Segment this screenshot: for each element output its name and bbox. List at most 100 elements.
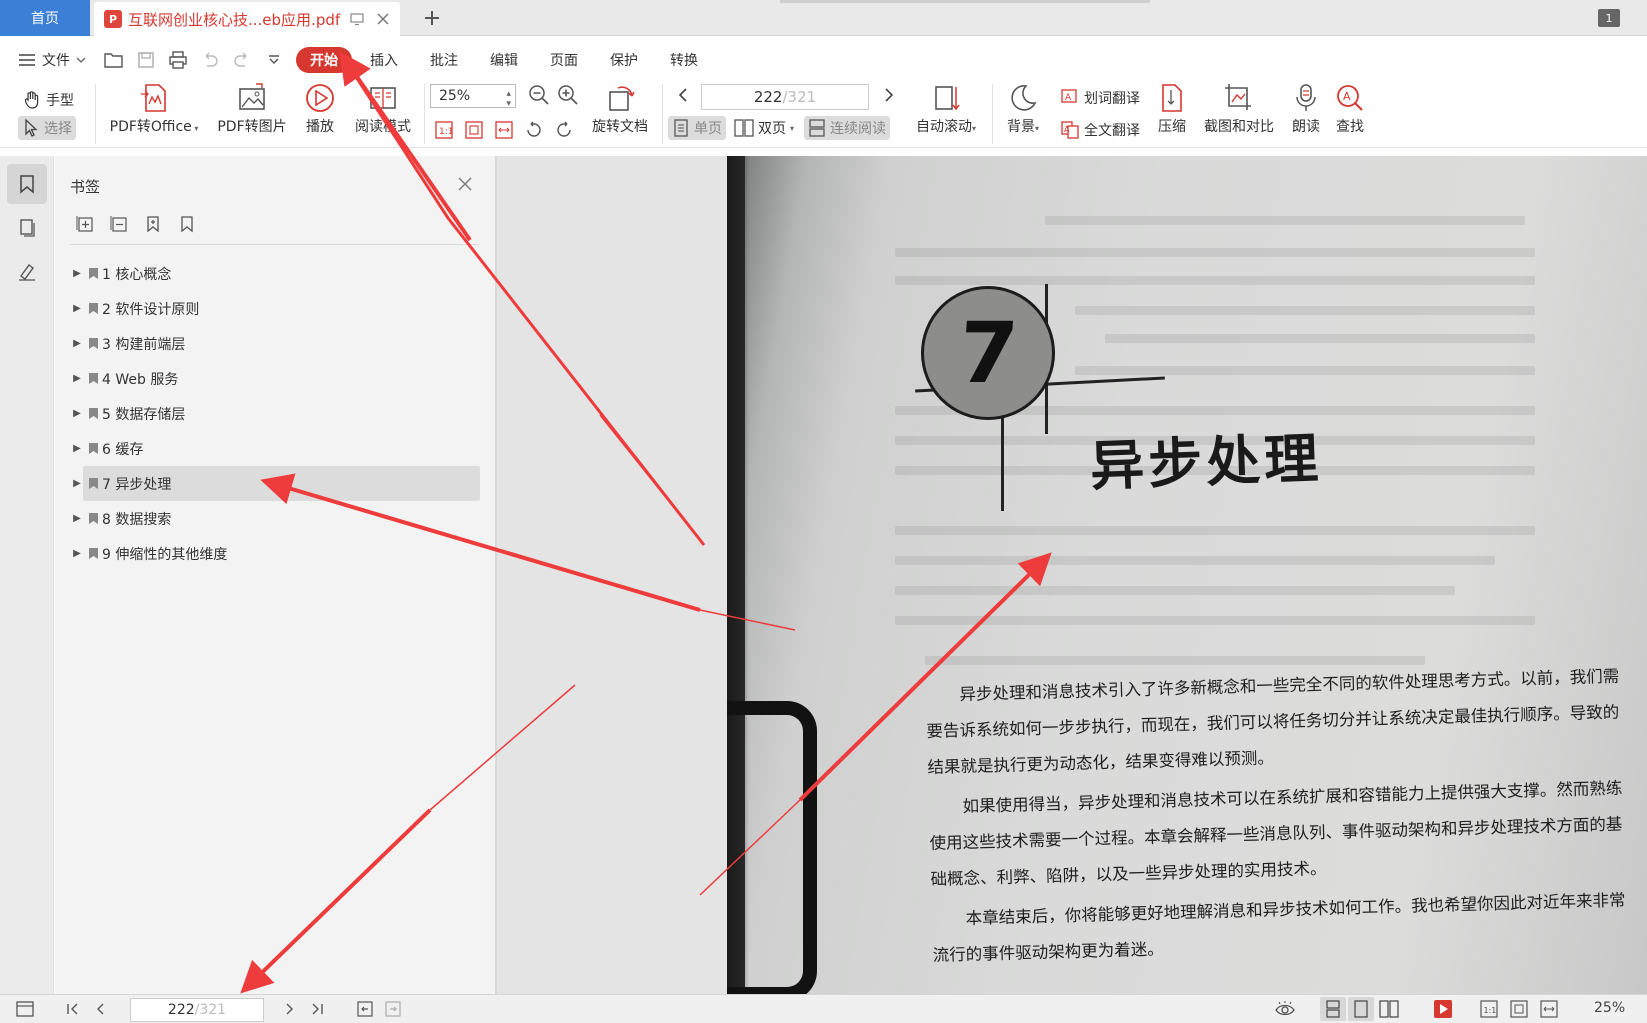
bookmark-item[interactable]: ▶ 4 Web 服务	[70, 361, 480, 396]
file-menu-label: 文件	[42, 53, 70, 69]
zoom-value: 25%	[439, 88, 471, 104]
zoom-out-button[interactable]	[524, 82, 554, 108]
expand-caret-icon[interactable]: ▶	[70, 408, 84, 419]
new-tab-button[interactable]	[418, 4, 446, 32]
fit-width-icon[interactable]	[1540, 1000, 1558, 1018]
tab-edit[interactable]: 编辑	[476, 47, 532, 73]
hand-tool-button[interactable]: 手型	[18, 88, 78, 112]
view-double-button[interactable]	[1376, 997, 1402, 1021]
tab-page[interactable]: 页面	[536, 47, 592, 73]
expand-caret-icon[interactable]: ▶	[70, 373, 84, 384]
bookmarks-nav-button[interactable]	[7, 164, 47, 204]
expand-all-icon[interactable]	[75, 214, 95, 234]
close-tab-icon[interactable]	[374, 10, 392, 28]
zoom-in-button[interactable]	[553, 82, 583, 108]
page-number-input[interactable]: 222/321	[701, 84, 869, 110]
bookmark-item[interactable]: ▶ 5 数据存储层	[70, 396, 480, 431]
full-translate-button[interactable]: A 全文翻译	[1056, 118, 1144, 142]
screenshot-compare-button[interactable]: 截图和对比	[1198, 80, 1280, 136]
file-menu[interactable]: 文件	[18, 50, 86, 70]
compress-button[interactable]: 压缩	[1154, 80, 1190, 136]
continuous-reading-button[interactable]: 连续阅读	[804, 116, 890, 140]
prev-page-icon[interactable]	[92, 1000, 110, 1018]
status-zoom-value[interactable]: 25%	[1594, 1000, 1625, 1016]
bookmark-item[interactable]: ▶ 2 软件设计原则	[70, 291, 480, 326]
previous-page-button[interactable]	[672, 84, 694, 106]
bookmark-item[interactable]: ▶ 9 伸缩性的其他维度	[70, 536, 480, 571]
pdf-file-icon: P	[104, 10, 122, 28]
view-continuous-button[interactable]	[1320, 997, 1346, 1021]
word-translate-button[interactable]: A 划词翻译	[1056, 86, 1144, 110]
undo-icon[interactable]	[200, 50, 220, 70]
add-bookmark-icon[interactable]	[143, 214, 163, 234]
back-icon[interactable]	[356, 1000, 374, 1018]
save-icon[interactable]	[136, 50, 156, 70]
status-page-input[interactable]: 222/321	[130, 998, 264, 1022]
bookmark-outline-icon[interactable]	[177, 214, 197, 234]
slideshow-play-icon[interactable]	[1432, 1000, 1454, 1018]
eye-protection-icon[interactable]	[1274, 1000, 1296, 1018]
rotate-document-button[interactable]: 旋转文档	[586, 80, 654, 136]
double-page-icon	[734, 119, 754, 137]
expand-caret-icon[interactable]: ▶	[70, 303, 84, 314]
bookmark-item[interactable]: ▶ 3 构建前端层	[70, 326, 480, 361]
redo-icon[interactable]	[232, 50, 252, 70]
tab-convert[interactable]: 转换	[656, 47, 712, 73]
expand-caret-icon[interactable]: ▶	[70, 338, 84, 349]
thumbnails-nav-button[interactable]	[7, 208, 47, 248]
print-icon[interactable]	[168, 50, 188, 70]
customize-toolbar-icon[interactable]	[264, 50, 284, 70]
read-aloud-button[interactable]: 朗读	[1288, 80, 1324, 136]
auto-scroll-button[interactable]: 自动滚动▾	[908, 80, 984, 136]
reading-mode-button[interactable]: 阅读模式	[350, 80, 416, 136]
double-page-button[interactable]: 双页 ▾	[730, 116, 798, 140]
bookmark-item[interactable]: ▶ 7 异步处理	[73, 466, 480, 501]
close-panel-icon[interactable]	[455, 174, 475, 194]
sidebar-toggle-icon[interactable]	[16, 1000, 34, 1018]
expand-caret-icon[interactable]: ▶	[70, 268, 84, 279]
window-count-badge[interactable]: 1	[1598, 9, 1620, 27]
actual-size-icon[interactable]: 1:1	[434, 120, 454, 140]
forward-icon[interactable]	[384, 1000, 402, 1018]
tab-annotate[interactable]: 批注	[416, 47, 472, 73]
tab-home[interactable]: 首页	[0, 0, 90, 36]
bookmark-item[interactable]: ▶ 8 数据搜索	[70, 501, 480, 536]
find-button[interactable]: A 查找	[1332, 80, 1368, 136]
zoom-select[interactable]: 25% ▴ ▾	[430, 84, 516, 109]
svg-text:1:1: 1:1	[439, 127, 453, 137]
pdf-to-image-button[interactable]: PDF转图片	[214, 80, 290, 136]
fit-page-icon[interactable]	[1510, 1000, 1528, 1018]
tab-protect[interactable]: 保护	[596, 47, 652, 73]
single-page-button[interactable]: 单页	[668, 116, 726, 140]
view-single-button[interactable]	[1348, 997, 1374, 1021]
last-page-icon[interactable]	[308, 1000, 326, 1018]
rotate-right-icon[interactable]	[554, 120, 574, 140]
monitor-icon[interactable]	[348, 10, 366, 28]
expand-caret-icon[interactable]: ▶	[70, 478, 84, 489]
bookmark-item[interactable]: ▶ 1 核心概念	[70, 256, 480, 291]
binder-clip	[727, 701, 817, 994]
open-folder-icon[interactable]	[104, 50, 124, 70]
actual-size-icon[interactable]: 1:1	[1480, 1000, 1498, 1018]
tab-start[interactable]: 开始	[296, 47, 352, 73]
bookmark-item[interactable]: ▶ 6 缓存	[70, 431, 480, 466]
document-viewport[interactable]: 7 异步处理 异步处理和消息技术引入了许多新概念和一些完全不同的软件处理思考方式…	[497, 156, 1647, 994]
background-button[interactable]: 背景▾	[1000, 80, 1046, 136]
collapse-all-icon[interactable]	[109, 214, 129, 234]
pdf-to-office-button[interactable]: PDF转Office ▾	[102, 80, 206, 136]
play-button[interactable]: 播放	[298, 80, 342, 136]
expand-caret-icon[interactable]: ▶	[70, 513, 84, 524]
fit-width-icon[interactable]	[494, 120, 514, 140]
tab-insert[interactable]: 插入	[356, 47, 412, 73]
first-page-icon[interactable]	[64, 1000, 82, 1018]
next-page-icon[interactable]	[280, 1000, 298, 1018]
annotations-nav-button[interactable]	[7, 252, 47, 292]
rotate-left-icon[interactable]	[524, 120, 544, 140]
bookmark-item-label: 6 缓存	[102, 441, 144, 458]
fit-page-icon[interactable]	[464, 120, 484, 140]
select-tool-button[interactable]: 选择	[18, 116, 76, 140]
expand-caret-icon[interactable]: ▶	[70, 548, 84, 559]
next-page-button[interactable]	[878, 84, 900, 106]
tab-document[interactable]: P 互联网创业核心技...eb应用.pdf	[94, 2, 400, 36]
expand-caret-icon[interactable]: ▶	[70, 443, 84, 454]
